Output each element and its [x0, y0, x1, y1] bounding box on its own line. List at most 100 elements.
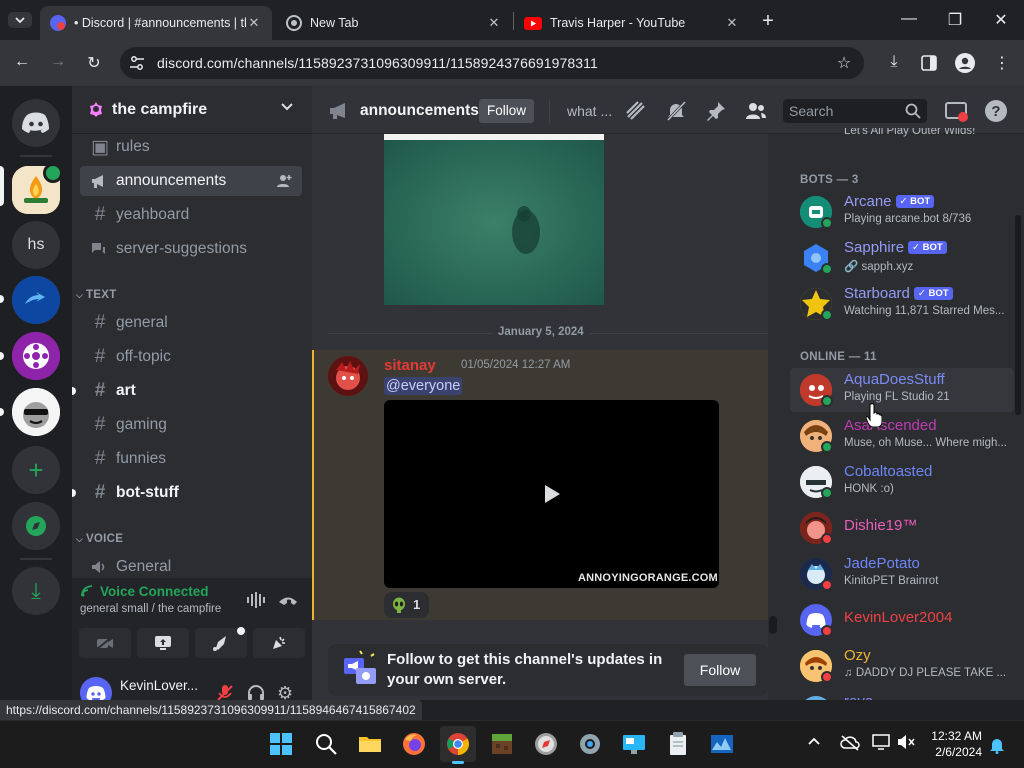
- cloud-offline-icon[interactable]: [840, 735, 860, 751]
- network-monitor-icon[interactable]: [704, 726, 740, 762]
- volume-muted-icon[interactable]: [897, 734, 915, 750]
- download-apps-icon[interactable]: ⤓: [12, 567, 60, 615]
- explore-servers-icon[interactable]: [12, 502, 60, 550]
- chrome-taskbar-icon[interactable]: [440, 726, 476, 762]
- notepad-icon[interactable]: [660, 726, 696, 762]
- tab-discord[interactable]: • Discord | #announcements | the campfir…: [40, 6, 272, 40]
- minecraft-icon[interactable]: [484, 726, 520, 762]
- notification-bell-icon[interactable]: [989, 736, 1005, 754]
- invite-member-icon[interactable]: [276, 173, 292, 189]
- category-text[interactable]: ⌵ TEXT: [76, 289, 117, 301]
- side-panel-icon[interactable]: [921, 55, 937, 71]
- server-film-reel-icon[interactable]: [12, 332, 60, 380]
- channel-general[interactable]: # general: [80, 308, 302, 338]
- channel-yeahboard[interactable]: # yeahboard: [80, 200, 302, 230]
- taskbar-search-icon[interactable]: [308, 726, 344, 762]
- member-starboard[interactable]: Starboard ✓ BOT Watching 11,871 Starred M…: [790, 282, 1014, 326]
- tray-chevron-up-icon[interactable]: [807, 734, 821, 748]
- channel-rules[interactable]: ▣ rules: [80, 132, 302, 162]
- search-input[interactable]: Search: [783, 99, 927, 123]
- restore-icon[interactable]: ❐: [943, 10, 967, 30]
- close-tab-icon[interactable]: ✕: [724, 15, 740, 31]
- member-list-icon[interactable]: [744, 99, 768, 123]
- member-reya[interactable]: reya: [790, 690, 1014, 700]
- voice-connected-label[interactable]: Voice Connected: [100, 584, 209, 599]
- follow-header-button[interactable]: Follow: [479, 99, 535, 123]
- channel-server-suggestions[interactable]: server-suggestions: [80, 234, 302, 264]
- voice-channel-path[interactable]: general small / the campfire: [80, 603, 221, 615]
- server-cool-face-icon[interactable]: [12, 388, 60, 436]
- reaction[interactable]: 1: [384, 592, 429, 618]
- bookmark-star-icon[interactable]: ☆: [832, 53, 856, 73]
- channel-off-topic[interactable]: # off-topic: [80, 342, 302, 372]
- channel-art[interactable]: # art: [80, 376, 302, 406]
- member-asaascended[interactable]: AsaAscended Muse, oh Muse... Where migh.…: [790, 414, 1014, 458]
- channel-topic[interactable]: what ...: [567, 103, 612, 119]
- follow-button[interactable]: Follow: [684, 654, 756, 686]
- window-close-icon[interactable]: ✕: [989, 10, 1013, 30]
- noise-suppression-icon[interactable]: [245, 591, 267, 609]
- member-sapphire[interactable]: Sapphire ✓ BOT 🔗 sapph.xyz: [790, 236, 1014, 280]
- channel-title: announcements: [360, 102, 479, 119]
- file-explorer-icon[interactable]: [352, 726, 388, 762]
- close-tab-icon[interactable]: ✕: [246, 15, 262, 31]
- channel-announcements[interactable]: announcements: [80, 166, 302, 196]
- server-dgx-icon[interactable]: [12, 276, 60, 324]
- member-aquadoesstuff[interactable]: AquaDoesStuff Playing FL Studio 21: [790, 368, 1014, 412]
- member-kevinlover2004[interactable]: KevinLover2004: [790, 598, 1014, 642]
- member-scrollbar-thumb[interactable]: [1015, 215, 1021, 415]
- site-info-icon[interactable]: [128, 54, 146, 72]
- close-tab-icon[interactable]: ✕: [486, 15, 502, 31]
- channel-gaming[interactable]: # gaming: [80, 410, 302, 440]
- server-hs-icon[interactable]: hs: [12, 221, 60, 269]
- back-icon[interactable]: ←: [10, 53, 34, 71]
- pin-icon[interactable]: [704, 99, 728, 123]
- member-jadepotato[interactable]: JadePotato KinitoPET Brainrot: [790, 552, 1014, 596]
- tab-new-tab[interactable]: New Tab ✕: [276, 6, 512, 40]
- help-icon[interactable]: ?: [984, 99, 1008, 123]
- video-embed[interactable]: ANNOYINGORANGE.COM: [384, 400, 719, 588]
- camera-off-button[interactable]: [79, 628, 131, 658]
- chevron-down-icon[interactable]: [281, 101, 293, 113]
- download-icon[interactable]: ⤓: [882, 53, 906, 71]
- share-screen-button[interactable]: [137, 628, 189, 658]
- soundboard-button[interactable]: [253, 628, 305, 658]
- disconnect-icon[interactable]: [277, 592, 299, 608]
- firefox-icon[interactable]: [396, 726, 432, 762]
- chrome-menu-icon[interactable]: ⋮: [990, 53, 1014, 73]
- forward-icon[interactable]: →: [46, 53, 70, 71]
- safari-like-icon[interactable]: [528, 726, 564, 762]
- chat-scrollbar-thumb[interactable]: [769, 616, 777, 634]
- channel-bot-stuff[interactable]: # bot-stuff: [80, 478, 302, 508]
- minimize-icon[interactable]: —: [897, 10, 921, 28]
- member-cobaltoasted[interactable]: Cobaltoasted HONK :o): [790, 460, 1014, 504]
- taskbar-time[interactable]: 12:32 AM: [926, 729, 982, 743]
- taskbar-date[interactable]: 2/6/2024: [926, 745, 982, 759]
- notifications-muted-icon[interactable]: [664, 99, 688, 123]
- reload-icon[interactable]: ↻: [82, 53, 106, 73]
- new-tab-icon[interactable]: +: [756, 10, 780, 33]
- control-panel-icon[interactable]: [616, 726, 652, 762]
- member-arcane[interactable]: Arcane ✓ BOT Playing arcane.bot 8/736: [790, 190, 1014, 234]
- category-voice[interactable]: ⌵ VOICE: [76, 533, 123, 545]
- display-icon[interactable]: [872, 734, 890, 750]
- avatar[interactable]: [328, 356, 368, 396]
- start-icon[interactable]: [263, 726, 299, 762]
- add-server-icon[interactable]: +: [12, 446, 60, 494]
- play-icon[interactable]: [542, 482, 562, 506]
- tab-youtube[interactable]: Travis Harper - YouTube ✕: [514, 6, 750, 40]
- threads-icon[interactable]: [624, 99, 648, 123]
- everyone-mention[interactable]: @everyone: [384, 377, 463, 395]
- username[interactable]: KevinLover...: [120, 678, 198, 693]
- settings-app-icon[interactable]: [572, 726, 608, 762]
- channel-funnies[interactable]: # funnies: [80, 444, 302, 474]
- inbox-icon[interactable]: [944, 99, 968, 123]
- image-attachment[interactable]: [384, 140, 604, 305]
- member-dishie19[interactable]: Dishie19™: [790, 506, 1014, 550]
- message-author[interactable]: sitanay: [384, 357, 436, 374]
- member-ozy[interactable]: Ozy ♫ DADDY DJ PLEASE TAKE ...: [790, 644, 1014, 688]
- profile-icon[interactable]: [955, 53, 975, 73]
- tab-search-icon[interactable]: [8, 12, 32, 28]
- member-status: Watching 11,871 Starred Mes...: [844, 305, 1005, 317]
- discord-home-icon[interactable]: [12, 99, 60, 147]
